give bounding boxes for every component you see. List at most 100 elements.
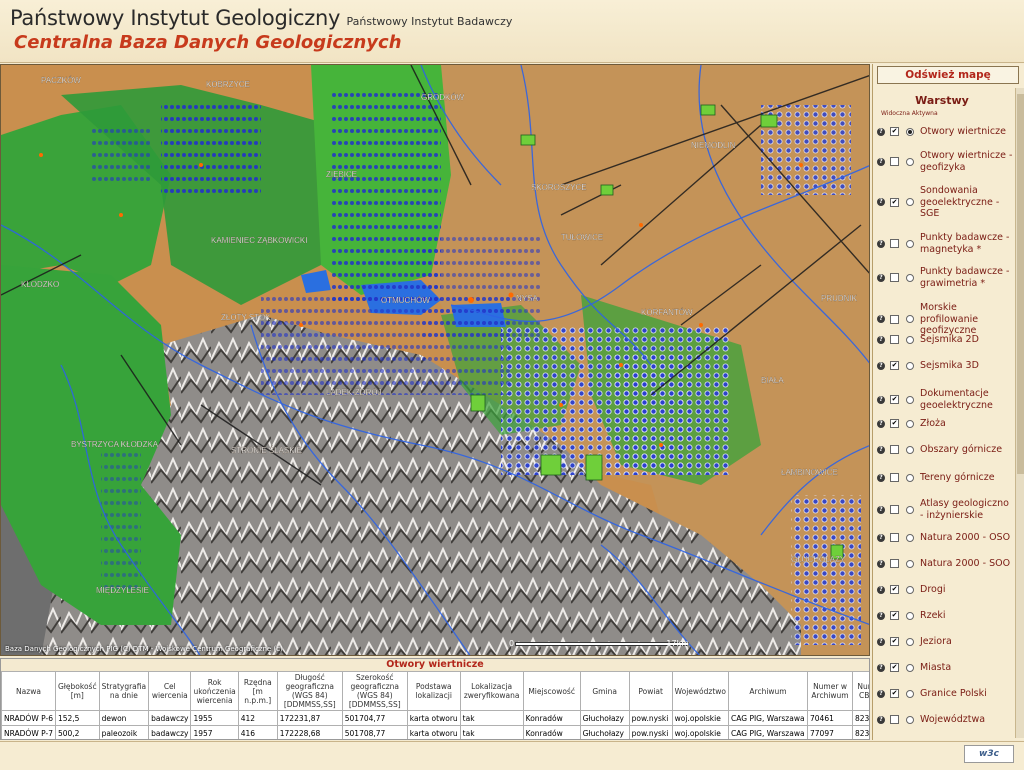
layer-visible-checkbox[interactable]: ✔ [890,197,899,207]
help-icon[interactable]: ? [877,559,885,568]
column-header[interactable]: Województwo [671,671,730,711]
results-table-title: Otwory wiertnicze [1,659,869,671]
help-icon[interactable]: ? [877,198,885,207]
table-row[interactable]: NRADÓW P-6 152,5 dewon badawczy 1955 412 17223… [1,710,869,726]
layer-visible-checkbox[interactable] [890,239,899,248]
layer-label: Atlasy geologiczno - inżynierskie [920,498,1009,521]
layer-active-radio[interactable] [906,473,914,482]
layer-visible-checkbox[interactable] [890,314,899,324]
layer-visible-checkbox[interactable]: ✔ [890,689,899,699]
layer-visible-checkbox[interactable] [890,273,899,282]
table-cell: 172228,68 [276,725,343,739]
map-canvas[interactable]: KOBRZYCE GRODKÓW SKOROSZYCE OTMUCHÓW NYSA KŁO… [1,65,870,656]
help-icon[interactable]: ? [877,637,885,646]
help-icon[interactable]: ? [877,127,885,136]
layer-active-radio[interactable] [906,198,914,207]
help-icon[interactable]: ? [877,585,885,594]
help-icon[interactable]: ? [877,395,885,404]
layer-active-radio[interactable] [906,715,914,724]
layer-active-radio[interactable] [906,637,914,646]
column-header[interactable]: Rok ukończenia wiercenia [190,671,239,711]
layer-active-radio[interactable] [906,663,914,672]
layer-visible-checkbox[interactable]: ✔ [890,663,899,673]
table-cell: Konradów [522,725,581,739]
layer-visible-checkbox[interactable] [890,445,899,455]
help-icon[interactable]: ? [877,315,885,324]
layer-active-radio[interactable] [906,395,914,404]
layer-active-radio[interactable] [906,335,914,344]
layer-visible-checkbox[interactable]: ✔ [890,585,899,595]
layer-active-radio[interactable] [906,533,914,542]
layer-visible-checkbox[interactable]: ✔ [890,419,899,429]
help-icon[interactable]: ? [877,157,885,166]
layer-active-radio[interactable] [906,239,914,248]
help-icon[interactable]: ? [877,611,885,620]
layer-visible-checkbox[interactable] [890,335,899,345]
layer-visible-checkbox[interactable] [890,559,899,569]
table-row[interactable]: NRADÓW P-7 500,2 paleozoik badawczy 1957 416 1… [1,725,869,739]
layer-active-radio[interactable] [906,689,914,698]
refresh-map-button[interactable]: Odśwież mapę [877,66,1019,84]
table-cell: NRADÓW P-6 [1,710,56,726]
column-header[interactable]: Numer w Archiwum [807,671,854,711]
layer-active-radio[interactable] [906,419,914,428]
help-icon[interactable]: ? [877,689,885,698]
help-icon[interactable]: ? [877,419,885,428]
help-icon[interactable]: ? [877,335,885,344]
help-icon[interactable]: ? [877,445,885,454]
column-header[interactable]: Stratygrafia na dnie [98,671,150,711]
layer-label: Jeziora [920,636,952,647]
layer-visible-checkbox[interactable] [890,473,899,483]
layer-active-radio[interactable] [906,361,914,370]
layer-label: Morskie profilowanie geofizyczne [920,302,979,336]
layer-visible-checkbox[interactable]: ✔ [890,637,899,647]
column-header[interactable]: Podstawa lokalizacji [406,671,461,711]
table-cell: 1957 [190,725,239,739]
layer-active-radio[interactable] [906,157,914,166]
help-icon[interactable]: ? [877,505,885,514]
layer-visible-checkbox[interactable]: ✔ [890,127,899,137]
column-header[interactable]: Numer CBDG [852,671,869,711]
help-icon[interactable]: ? [877,273,885,282]
layers-panel: Odśwież mapę Warstwy Widoczna Aktywna ? ✔… [872,64,1024,740]
help-icon[interactable]: ? [877,239,885,248]
map-view[interactable]: KOBRZYCE GRODKÓW SKOROSZYCE OTMUCHÓW NYSA KŁO… [0,64,870,656]
column-header[interactable]: Powiat [628,671,673,711]
column-header[interactable]: Lokalizacja zweryfikowana [459,671,524,711]
help-icon[interactable]: ? [877,663,885,672]
layer-active-radio[interactable] [906,585,914,594]
layers-scrollbar[interactable] [1015,88,1024,738]
column-header[interactable]: Nazwa [1,671,56,711]
layer-row: ? ✔ Drogi [873,584,1013,596]
layer-active-radio[interactable] [906,505,914,514]
help-icon[interactable]: ? [877,473,885,482]
layer-active-radio[interactable] [906,315,914,324]
layer-active-radio[interactable] [906,127,914,136]
layer-visible-checkbox[interactable] [890,505,899,514]
help-icon[interactable]: ? [877,715,885,724]
layer-visible-checkbox[interactable]: ✔ [890,395,899,404]
column-header[interactable]: Szerokość geograficzna (WGS 84) [DDMMSS,… [341,671,408,711]
layer-visible-checkbox[interactable]: ✔ [890,361,899,371]
w3c-badge[interactable]: w3c [964,745,1014,763]
column-header[interactable]: Długość geograficzna (WGS 84) [DDMMSS,SS… [276,671,343,711]
column-header[interactable]: Cel wiercenia [148,671,192,711]
layer-row: ? Morskie profilowanie geofizyczne [873,302,1013,337]
layer-visible-checkbox[interactable] [890,157,899,166]
column-header[interactable]: Rzędna [m n.p.m.] [237,671,278,711]
layer-active-radio[interactable] [906,273,914,282]
column-header[interactable]: Archiwum [728,671,809,711]
layer-active-radio[interactable] [906,559,914,568]
column-header[interactable]: Miejscowość [522,671,581,711]
column-header[interactable]: Gmina [579,671,630,711]
help-icon[interactable]: ? [877,533,885,542]
layer-active-radio[interactable] [906,445,914,454]
map-place-label: NIEMODLIN [691,141,736,150]
layer-visible-checkbox[interactable] [890,533,899,543]
layer-visible-checkbox[interactable]: ✔ [890,611,899,621]
layer-visible-checkbox[interactable] [890,715,899,725]
help-icon[interactable]: ? [877,361,885,370]
scrollbar-thumb[interactable] [1017,94,1024,474]
layer-active-radio[interactable] [906,611,914,620]
column-header[interactable]: Głębokość [m] [54,671,100,711]
